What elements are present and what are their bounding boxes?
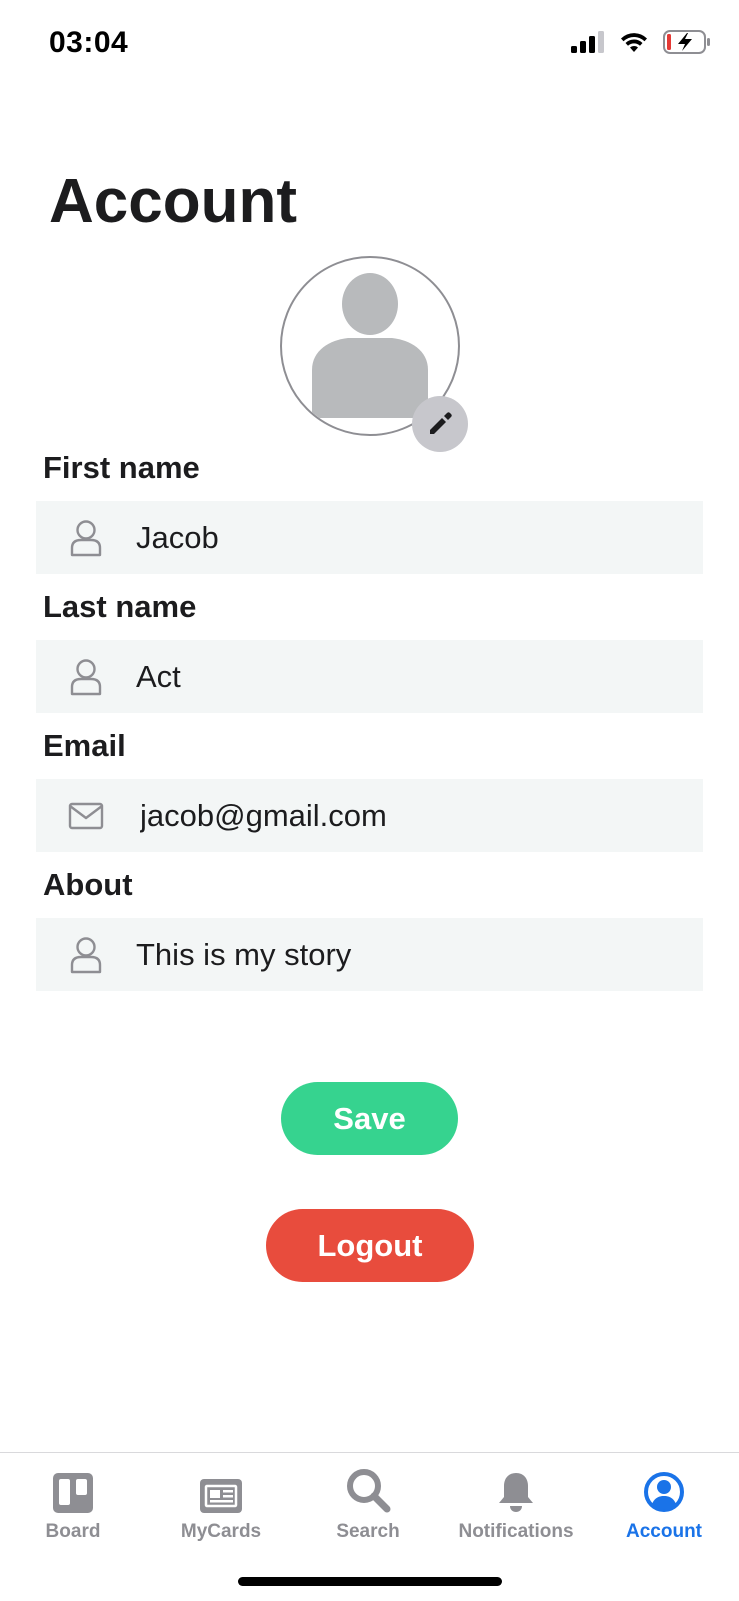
- email-field-container[interactable]: [36, 779, 703, 852]
- person-icon: [62, 514, 110, 562]
- avatar-container[interactable]: [280, 256, 468, 452]
- first-name-field-container[interactable]: [36, 501, 703, 574]
- bell-icon: [497, 1465, 535, 1513]
- battery-charging-icon: [663, 30, 711, 59]
- tab-notifications-label: Notifications: [458, 1521, 574, 1542]
- tab-account-label: Account: [626, 1521, 702, 1542]
- search-icon: [345, 1465, 391, 1513]
- edit-avatar-button[interactable]: [412, 396, 468, 452]
- last-name-input[interactable]: [136, 658, 676, 695]
- email-input[interactable]: [140, 797, 680, 834]
- about-input[interactable]: [136, 936, 676, 973]
- tab-account[interactable]: Account: [589, 1465, 739, 1543]
- first-name-input[interactable]: [136, 519, 676, 556]
- email-label: Email: [43, 728, 126, 763]
- page-title: Account: [49, 167, 297, 236]
- logout-button[interactable]: Logout: [266, 1209, 474, 1282]
- tab-board[interactable]: Board: [0, 1465, 148, 1543]
- person-icon: [62, 653, 110, 701]
- status-bar: 03:04: [0, 0, 739, 90]
- tab-board-label: Board: [45, 1521, 101, 1542]
- cellular-signal-icon: [571, 31, 605, 58]
- status-icons: [571, 30, 711, 59]
- tab-mycards-label: MyCards: [180, 1521, 262, 1542]
- pencil-icon: [430, 412, 452, 434]
- tab-search[interactable]: Search: [293, 1465, 443, 1543]
- person-icon: [62, 931, 110, 979]
- account-circle-icon: [643, 1465, 685, 1513]
- last-name-label: Last name: [43, 589, 197, 624]
- about-field-container[interactable]: [36, 918, 703, 991]
- last-name-field-container[interactable]: [36, 640, 703, 713]
- cards-icon: [200, 1465, 242, 1513]
- first-name-label: First name: [43, 450, 200, 485]
- tab-mycards[interactable]: MyCards: [146, 1465, 296, 1543]
- save-button[interactable]: Save: [281, 1082, 458, 1155]
- wifi-icon: [619, 31, 649, 58]
- about-label: About: [43, 867, 133, 902]
- envelope-icon: [62, 792, 110, 840]
- status-time: 03:04: [49, 26, 129, 59]
- board-icon: [53, 1465, 93, 1513]
- home-indicator: [238, 1577, 502, 1586]
- tab-search-label: Search: [336, 1521, 400, 1542]
- tab-notifications[interactable]: Notifications: [441, 1465, 591, 1543]
